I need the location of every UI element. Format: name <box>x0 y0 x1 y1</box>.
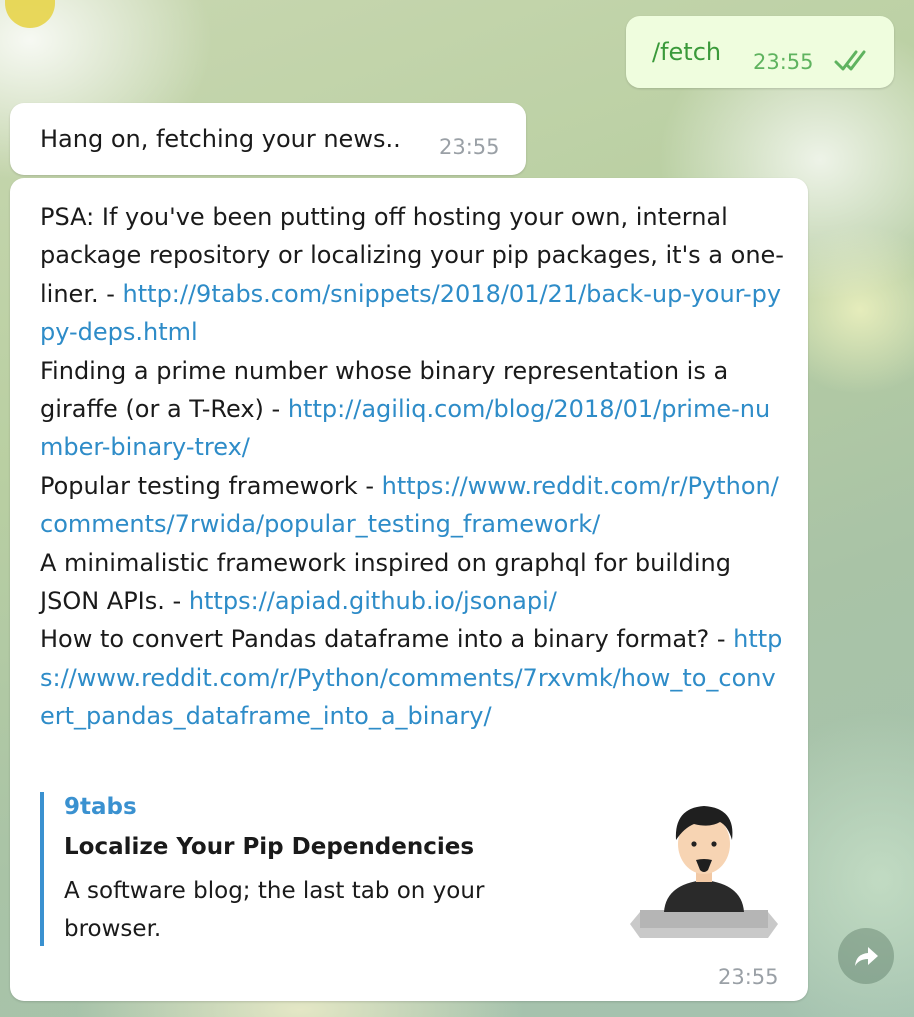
incoming-status-bubble[interactable]: Hang on, fetching your news.. 23:55 <box>10 103 526 175</box>
link-preview-description: A software blog; the last tab on your br… <box>64 878 485 942</box>
link-preview-site: 9tabs <box>64 794 137 820</box>
news-item-link[interactable]: http://9tabs.com/snippets/2018/01/21/bac… <box>40 280 781 346</box>
background-flower <box>5 0 55 28</box>
news-message-body: PSA: If you've been putting off hosting … <box>40 198 790 736</box>
news-item: Popular testing framework - https://www.… <box>40 467 790 544</box>
incoming-status-text: Hang on, fetching your news.. <box>40 125 401 153</box>
news-item-text: Popular testing framework - <box>40 471 382 500</box>
outgoing-message-text: /fetch <box>652 38 722 66</box>
incoming-status-time: 23:55 <box>439 135 500 159</box>
news-item-link[interactable]: https://apiad.github.io/jsonapi/ <box>189 587 557 615</box>
news-item: How to convert Pandas dataframe into a b… <box>40 620 790 735</box>
share-arrow-icon <box>855 947 878 966</box>
link-preview[interactable]: 9tabs Localize Your Pip Dependencies A s… <box>40 792 784 946</box>
link-preview-title: Localize Your Pip Dependencies <box>64 834 475 860</box>
news-item: Finding a prime number whose binary repr… <box>40 352 790 467</box>
share-button[interactable] <box>838 928 894 984</box>
news-message-bubble[interactable]: PSA: If you've been putting off hosting … <box>10 178 808 1001</box>
outgoing-message-bubble[interactable]: /fetch 23:55 <box>626 16 894 88</box>
news-item: PSA: If you've been putting off hosting … <box>40 198 790 352</box>
avatar-illustration <box>630 806 778 938</box>
news-item: A minimalistic framework inspired on gra… <box>40 544 790 621</box>
outgoing-message-time: 23:55 <box>753 50 814 74</box>
news-item-text: How to convert Pandas dataframe into a b… <box>40 625 734 654</box>
news-message-time: 23:55 <box>718 965 779 989</box>
double-check-icon <box>834 50 866 71</box>
